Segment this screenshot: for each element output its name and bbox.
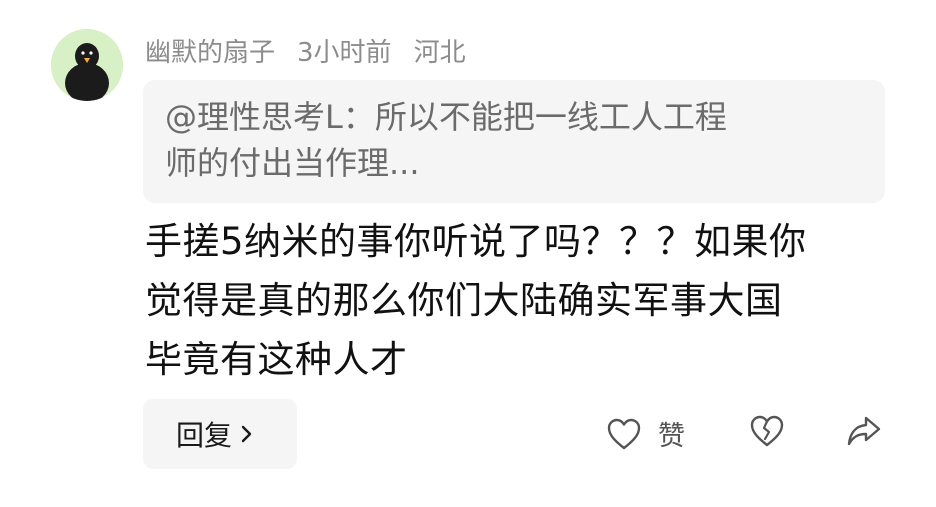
quoted-comment[interactable]: @理性思考L：所以不能把一线工人工程 师的付出当作理... — [143, 80, 885, 203]
quote-line: 师的付出当作理... — [165, 144, 420, 182]
heart-outline-icon — [607, 418, 641, 449]
quote-line: @理性思考L：所以不能把一线工人工程 — [165, 98, 727, 136]
comment-meta: 幽默的扇子 3小时前 河北 — [145, 32, 466, 68]
reply-label: 回复 — [176, 419, 233, 452]
comment-text-line: 毕竟有这种人才 — [145, 338, 408, 381]
username[interactable]: 幽默的扇子 — [145, 32, 275, 69]
like-label: 赞 — [658, 421, 685, 452]
avatar[interactable] — [51, 29, 123, 101]
comment-text: 手搓5纳米的事你听说了吗？？？如果你 觉得是真的那么你们大陆确实军事大国 毕竟有… — [145, 212, 905, 389]
comment-text-line: 觉得是真的那么你们大陆确实军事大国 — [145, 279, 783, 322]
share-button[interactable] — [845, 414, 883, 452]
reply-button[interactable]: 回复 — [143, 399, 297, 469]
location: 河北 — [413, 37, 466, 68]
chevron-right-icon — [241, 425, 252, 443]
comment-text-line: 手搓5纳米的事你听说了吗？？？如果你 — [145, 220, 807, 263]
dislike-button[interactable] — [749, 414, 785, 452]
like-button[interactable]: 赞 — [606, 414, 685, 453]
share-arrow-icon — [847, 416, 881, 446]
broken-heart-icon — [750, 415, 784, 447]
timestamp: 3小时前 — [297, 37, 392, 68]
penguin-icon — [51, 29, 123, 101]
